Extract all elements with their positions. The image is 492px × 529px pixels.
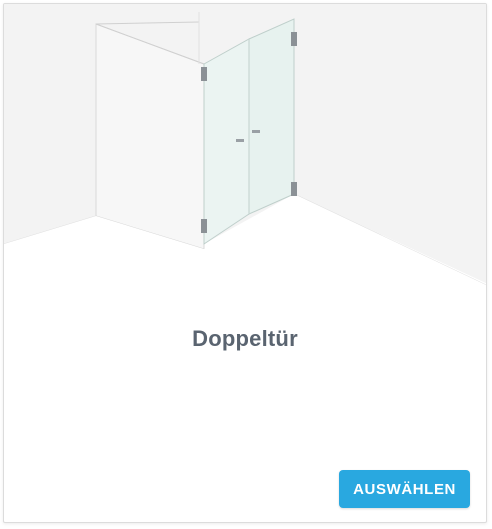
hinge-bottom-right xyxy=(291,182,297,196)
handle-left xyxy=(236,139,244,142)
glass-double-door-shower-icon xyxy=(4,4,486,304)
hinge-top-right xyxy=(291,32,297,46)
glass-door-right xyxy=(248,18,295,215)
select-button[interactable]: AUSWÄHLEN xyxy=(339,470,470,508)
product-card[interactable]: Doppeltür AUSWÄHLEN xyxy=(3,3,487,523)
card-title: Doppeltür xyxy=(192,326,298,351)
hinge-top-left xyxy=(201,67,207,81)
handle-right xyxy=(252,130,260,133)
hinge-bottom-left xyxy=(201,219,207,233)
